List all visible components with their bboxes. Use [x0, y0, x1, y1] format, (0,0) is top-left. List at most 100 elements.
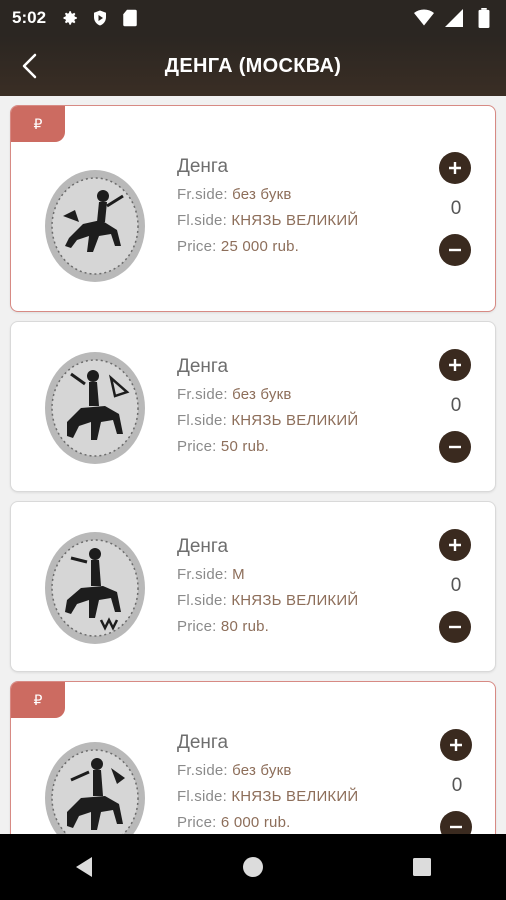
price-label: Price:	[177, 238, 221, 255]
price-line: Price: 25 000 rub.	[177, 238, 358, 255]
increment-button[interactable]	[440, 729, 472, 761]
front-side-line: Fr.side: без букв	[177, 386, 358, 403]
quantity-stepper: 0	[439, 529, 473, 643]
front-side-value: без букв	[232, 762, 292, 779]
front-side-label: Fr.side:	[177, 186, 233, 203]
wifi-icon	[414, 8, 434, 28]
flip-side-label: Fl.side:	[177, 212, 232, 229]
decrement-button[interactable]	[439, 611, 471, 643]
increment-button[interactable]	[439, 349, 471, 381]
plus-icon	[449, 359, 461, 371]
back-triangle-icon	[76, 857, 93, 877]
chevron-left-icon	[22, 53, 37, 79]
price-label: Price:	[177, 438, 221, 455]
system-nav-bar	[0, 834, 506, 900]
app-bar: ДЕНГА (МОСКВА)	[0, 36, 506, 96]
coin-list[interactable]: ₽ Денга Fr.side: без букв Fl.side: КНЯЗЬ…	[0, 96, 506, 834]
front-side-value: М	[232, 566, 245, 583]
front-side-label: Fr.side:	[177, 762, 233, 779]
coin-card[interactable]: ₽ Денга Fr.side: без букв Fl.side: КНЯЗЬ…	[10, 105, 496, 312]
back-button[interactable]	[10, 46, 50, 86]
coin-name: Денга	[177, 536, 229, 557]
coin-info: Денга Fr.side: без букв Fl.side: КНЯЗЬ В…	[177, 732, 358, 834]
front-side-label: Fr.side:	[177, 566, 233, 583]
coin-name: Денга	[177, 356, 229, 377]
home-circle-icon	[242, 857, 263, 877]
recents-square-icon	[412, 858, 431, 876]
gear-icon	[60, 8, 80, 28]
flip-side-line: Fl.side: КНЯЗЬ ВЕЛИКИЙ	[177, 412, 358, 429]
price-value: 80 rub.	[220, 618, 270, 635]
coin-name: Денга	[177, 156, 229, 177]
coin-card[interactable]: Денга Fr.side: М Fl.side: КНЯЗЬ ВЕЛИКИЙ …	[10, 501, 496, 672]
price-value: 6 000 rub.	[220, 814, 291, 831]
front-side-value: без букв	[232, 186, 292, 203]
flip-side-value: КНЯЗЬ ВЕЛИКИЙ	[231, 212, 359, 229]
flip-side-line: Fl.side: КНЯЗЬ ВЕЛИКИЙ	[177, 212, 358, 229]
flip-side-value: КНЯЗЬ ВЕЛИКИЙ	[231, 412, 359, 429]
signal-icon	[444, 8, 464, 28]
front-side-line: Fr.side: М	[177, 566, 358, 583]
quantity-value: 0	[450, 575, 462, 596]
decrement-button[interactable]	[440, 811, 472, 834]
ruble-badge: ₽	[11, 682, 65, 718]
nav-home-button[interactable]	[223, 837, 283, 897]
price-line: Price: 80 rub.	[177, 618, 358, 635]
quantity-value: 0	[450, 395, 462, 416]
screen: 5:02 ДЕНГА (МОСКВА) ₽ Денга Fr.side: без…	[0, 0, 506, 900]
coin-info: Денга Fr.side: без букв Fl.side: КНЯЗЬ В…	[177, 156, 358, 264]
flip-side-line: Fl.side: КНЯЗЬ ВЕЛИКИЙ	[177, 592, 358, 609]
coin-image	[45, 742, 145, 834]
front-side-label: Fr.side:	[177, 386, 233, 403]
front-side-value: без букв	[232, 386, 292, 403]
minus-icon	[450, 825, 462, 829]
front-side-line: Fr.side: без букв	[177, 762, 358, 779]
nav-recents-button[interactable]	[392, 837, 452, 897]
plus-icon	[449, 539, 461, 551]
coin-card[interactable]: ₽ Денга Fr.side: без букв Fl.side: КНЯЗЬ…	[10, 681, 496, 834]
price-label: Price:	[177, 618, 221, 635]
coin-info: Денга Fr.side: М Fl.side: КНЯЗЬ ВЕЛИКИЙ …	[177, 536, 358, 644]
flip-side-label: Fl.side:	[177, 592, 232, 609]
plus-icon	[449, 162, 461, 174]
price-label: Price:	[177, 814, 221, 831]
coin-name: Денга	[177, 732, 229, 753]
nav-back-button[interactable]	[54, 837, 114, 897]
decrement-button[interactable]	[439, 234, 471, 266]
status-right-group	[404, 8, 494, 28]
sd-card-icon	[120, 8, 140, 28]
flip-side-label: Fl.side:	[177, 788, 232, 805]
flip-side-line: Fl.side: КНЯЗЬ ВЕЛИКИЙ	[177, 788, 358, 805]
flip-side-label: Fl.side:	[177, 412, 232, 429]
page-title: ДЕНГА (МОСКВА)	[164, 54, 342, 77]
minus-icon	[449, 445, 461, 449]
coin-image	[45, 170, 145, 282]
coin-card[interactable]: Денга Fr.side: без букв Fl.side: КНЯЗЬ В…	[10, 321, 496, 492]
coin-image	[45, 532, 145, 644]
price-line: Price: 50 rub.	[177, 438, 358, 455]
status-time: 5:02	[12, 8, 47, 27]
quantity-value: 0	[450, 198, 462, 219]
plus-icon	[450, 739, 462, 751]
quantity-stepper: 0	[439, 152, 473, 266]
front-side-line: Fr.side: без букв	[177, 186, 358, 203]
price-line: Price: 6 000 rub.	[177, 814, 358, 831]
decrement-button[interactable]	[439, 431, 471, 463]
quantity-value: 0	[451, 775, 463, 796]
coin-image	[45, 352, 145, 464]
minus-icon	[449, 625, 461, 629]
minus-icon	[449, 248, 461, 252]
flip-side-value: КНЯЗЬ ВЕЛИКИЙ	[231, 788, 359, 805]
battery-icon	[474, 8, 494, 28]
price-value: 50 rub.	[220, 438, 270, 455]
status-bar: 5:02	[0, 0, 506, 36]
increment-button[interactable]	[439, 152, 471, 184]
ruble-badge: ₽	[11, 106, 65, 142]
shield-play-icon	[90, 8, 110, 28]
quantity-stepper: 0	[440, 729, 474, 834]
increment-button[interactable]	[439, 529, 471, 561]
flip-side-value: КНЯЗЬ ВЕЛИКИЙ	[231, 592, 359, 609]
coin-info: Денга Fr.side: без букв Fl.side: КНЯЗЬ В…	[177, 356, 358, 464]
quantity-stepper: 0	[439, 349, 473, 463]
price-value: 25 000 rub.	[220, 238, 300, 255]
